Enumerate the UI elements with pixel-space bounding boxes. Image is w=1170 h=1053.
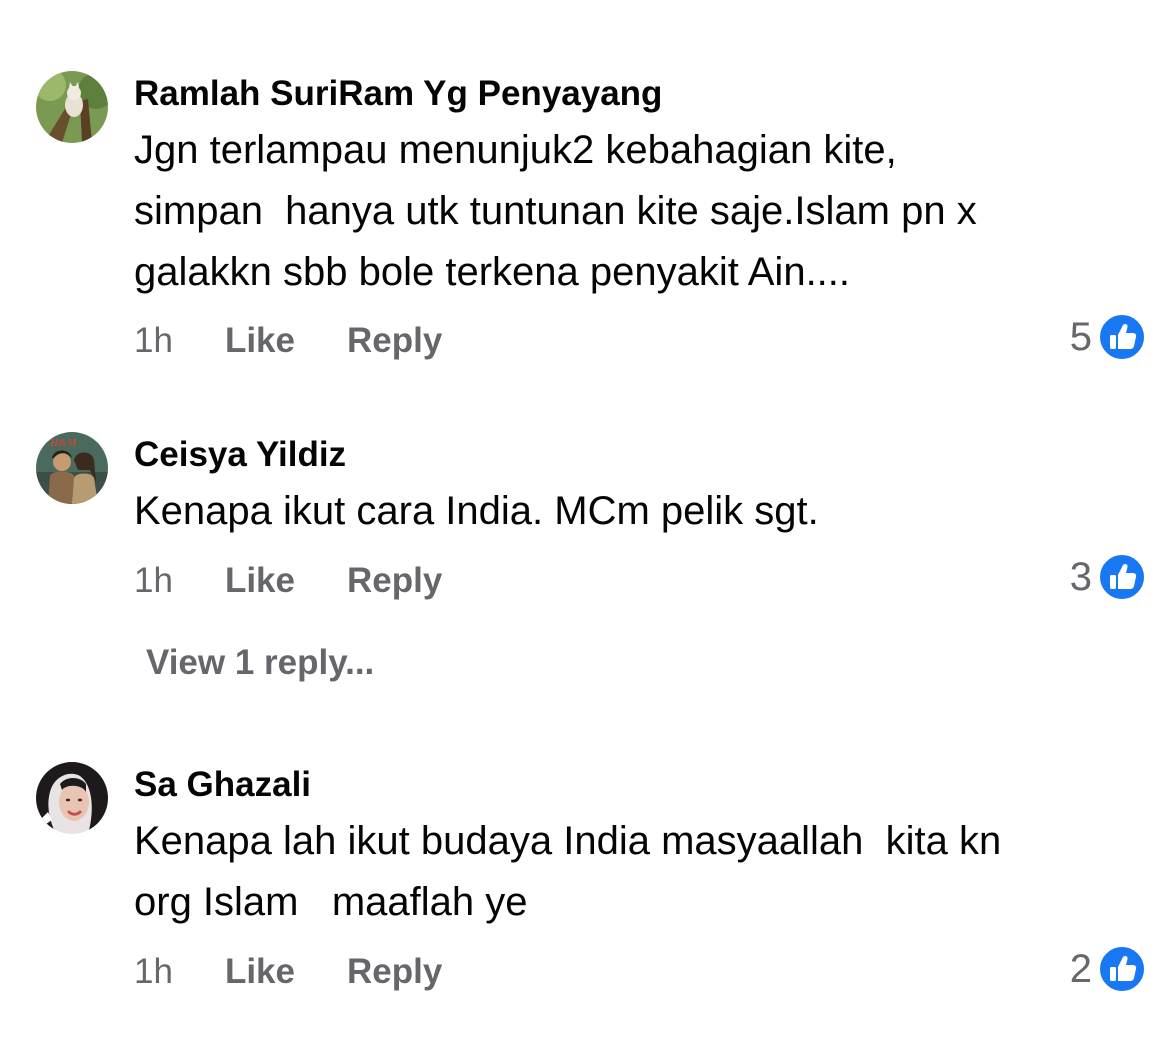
comment-text: Kenapa ikut cara India. MCm pelik sgt. <box>134 489 819 533</box>
reaction-count: 3 <box>1069 555 1092 599</box>
reaction-count: 5 <box>1069 315 1092 359</box>
like-button[interactable]: Like <box>225 318 295 364</box>
view-replies-link[interactable]: View 1 reply... <box>146 641 374 685</box>
comment-timestamp[interactable]: 1h <box>134 558 173 604</box>
comment-timestamp[interactable]: 1h <box>134 949 173 995</box>
thumbs-up-icon <box>1098 313 1146 361</box>
like-button[interactable]: Like <box>225 949 295 995</box>
comment-author[interactable]: Sa Ghazali <box>134 763 311 807</box>
reaction-count: 2 <box>1069 947 1092 991</box>
avatar[interactable]: H&M <box>36 432 108 504</box>
thumbs-up-icon <box>1098 553 1146 601</box>
reaction-summary[interactable]: 5 <box>1070 312 1146 362</box>
comment-author[interactable]: Ceisya Yildiz <box>134 433 346 477</box>
avatar[interactable] <box>36 71 108 143</box>
comment-text: Jgn terlampau menunjuk2 kebahagian kite,… <box>134 128 977 294</box>
like-button[interactable]: Like <box>225 558 295 604</box>
comment-text: Kenapa lah ikut budaya India masyaallah … <box>134 819 1002 924</box>
comment-author[interactable]: Ramlah SuriRam Yg Penyayang <box>134 72 662 116</box>
reaction-summary[interactable]: 2 <box>1070 944 1146 994</box>
reply-button[interactable]: Reply <box>347 949 442 995</box>
comment-timestamp[interactable]: 1h <box>134 318 173 364</box>
reaction-summary[interactable]: 3 <box>1070 552 1146 602</box>
reply-button[interactable]: Reply <box>347 318 442 364</box>
avatar[interactable] <box>36 762 108 834</box>
reply-button[interactable]: Reply <box>347 558 442 604</box>
avatar-couple-artwork-icon: H&M <box>36 432 108 504</box>
comment-actions: 1h Like Reply <box>134 949 442 995</box>
avatar-woman-portrait-icon <box>36 762 108 834</box>
comment-actions: 1h Like Reply <box>134 558 442 604</box>
comment-actions: 1h Like Reply <box>134 318 442 364</box>
svg-text:H&M: H&M <box>49 437 78 449</box>
avatar-cat-in-tree-icon <box>36 71 108 143</box>
thumbs-up-icon <box>1098 945 1146 993</box>
